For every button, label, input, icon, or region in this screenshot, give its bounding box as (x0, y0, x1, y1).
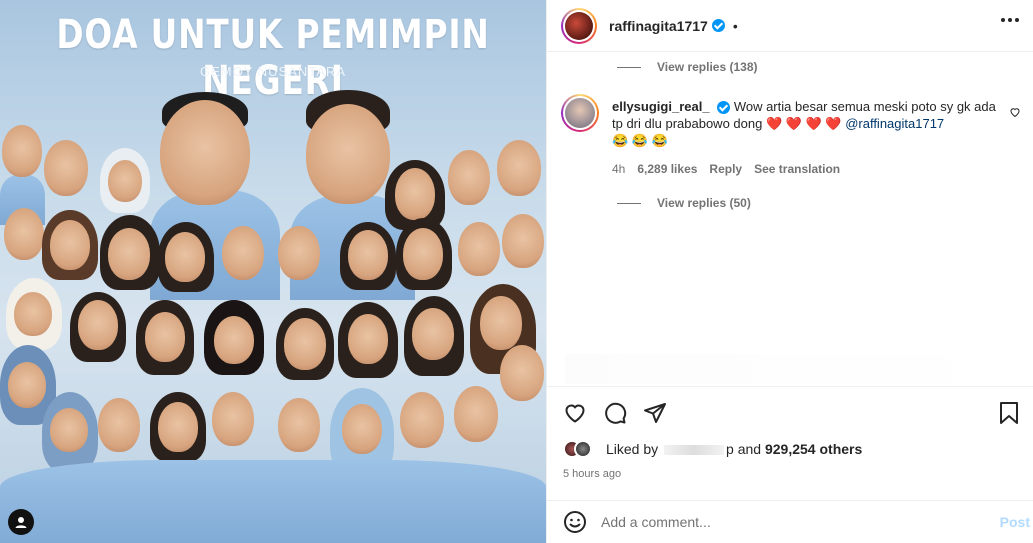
share-send-icon[interactable] (643, 401, 667, 425)
commenter-username[interactable]: ellysugigi_real_ (612, 99, 710, 114)
like-heart-icon[interactable] (563, 401, 587, 425)
more-options-icon[interactable] (1001, 18, 1019, 22)
post-header: raffinagita1717 • (547, 0, 1033, 52)
liked-by-text[interactable]: Liked by p and 929,254 others (606, 441, 862, 457)
tagged-users-button[interactable] (8, 509, 34, 535)
poster-subtitle: GEMOY NUSANTARA (200, 64, 346, 79)
likes-count[interactable]: 929,254 others (765, 441, 862, 457)
comment-likes[interactable]: 6,289 likes (637, 162, 697, 176)
bookmark-icon[interactable] (998, 401, 1020, 425)
header-separator: • (732, 17, 738, 34)
emoji-smiley-icon[interactable] (563, 510, 587, 534)
author-avatar[interactable] (561, 7, 597, 44)
reply-button[interactable]: Reply (709, 162, 742, 176)
comments-section: View replies (138) ellysugigi_real_ Wow … (547, 52, 1033, 385)
post-sidebar: raffinagita1717 • View replies (138) ell… (546, 0, 1033, 543)
view-replies-button[interactable]: View replies (50) (617, 196, 751, 210)
comment-age: 4h (612, 162, 626, 176)
liker-avatar[interactable] (574, 440, 592, 458)
view-replies-button[interactable]: View replies (138) (617, 60, 758, 74)
commenter-avatar[interactable] (561, 94, 599, 132)
see-translation-button[interactable]: See translation (754, 162, 840, 176)
comment-heart-icon[interactable] (1009, 106, 1021, 118)
comment-meta: 4h 6,289 likes Reply See translation (612, 162, 840, 176)
user-icon (15, 517, 27, 528)
redacted-username (664, 445, 725, 456)
liked-by-row: Liked by p and 929,254 others (563, 440, 862, 458)
add-comment-bar: Add a comment... Post (547, 500, 1033, 543)
verified-badge-icon (717, 101, 731, 115)
comment-text: ellysugigi_real_ Wow artia besar semua m… (612, 99, 996, 148)
post-timestamp: 5 hours ago (563, 468, 622, 480)
post-image[interactable]: DOA UNTUK PEMIMPIN NEGERI GEMOY NUSANTAR… (0, 0, 546, 543)
poster-title: DOA UNTUK PEMIMPIN NEGERI (56, 12, 490, 104)
post-comment-button[interactable]: Post (1000, 514, 1030, 530)
faded-comment-placeholder (565, 354, 1025, 384)
author-username[interactable]: raffinagita1717 (609, 18, 708, 34)
comment-input[interactable]: Add a comment... (601, 514, 711, 530)
comment-bubble-icon[interactable] (603, 401, 627, 425)
post-actions (547, 386, 1033, 436)
mention-link[interactable]: @raffinagita1717 (845, 116, 944, 131)
verified-badge-icon (711, 19, 725, 32)
